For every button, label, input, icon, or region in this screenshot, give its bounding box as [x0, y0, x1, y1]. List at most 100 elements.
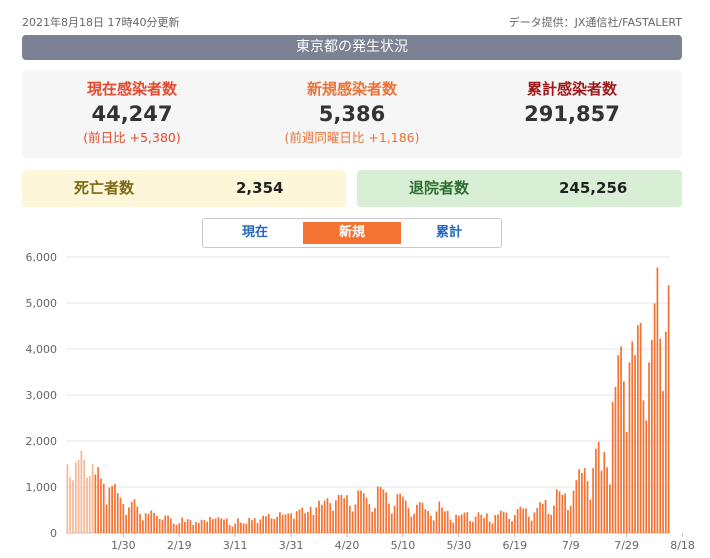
daily-bar[interactable] — [279, 512, 281, 533]
daily-bar[interactable] — [83, 459, 86, 533]
daily-bar[interactable] — [622, 381, 625, 533]
daily-bar[interactable] — [267, 514, 270, 533]
daily-bar[interactable] — [362, 493, 365, 533]
tab-total[interactable]: 累計 — [400, 222, 498, 244]
daily-bar[interactable] — [455, 514, 457, 533]
daily-bar[interactable] — [480, 514, 483, 533]
daily-bar[interactable] — [650, 339, 653, 533]
daily-bar[interactable] — [323, 500, 326, 533]
daily-bar[interactable] — [239, 522, 242, 533]
daily-bar[interactable] — [530, 520, 533, 533]
daily-bar[interactable] — [231, 526, 234, 533]
daily-bar[interactable] — [365, 497, 368, 533]
daily-bar[interactable] — [575, 480, 578, 533]
daily-bar[interactable] — [424, 509, 427, 533]
daily-bar[interactable] — [102, 483, 105, 533]
daily-bar[interactable] — [460, 514, 463, 533]
daily-bar[interactable] — [147, 514, 150, 533]
daily-bar[interactable] — [438, 501, 441, 533]
daily-bar[interactable] — [374, 507, 376, 533]
daily-bar[interactable] — [340, 494, 343, 533]
daily-bar[interactable] — [589, 499, 592, 533]
daily-bar[interactable] — [645, 420, 648, 533]
daily-bar[interactable] — [539, 502, 541, 533]
daily-bar[interactable] — [611, 402, 614, 533]
daily-bar[interactable] — [519, 506, 522, 533]
daily-bar[interactable] — [435, 511, 438, 533]
daily-bar[interactable] — [628, 362, 631, 533]
daily-bar[interactable] — [371, 511, 374, 533]
daily-bar[interactable] — [189, 520, 192, 533]
daily-bar[interactable] — [505, 512, 508, 533]
daily-bar[interactable] — [399, 493, 402, 533]
daily-bar[interactable] — [262, 515, 264, 533]
daily-bar[interactable] — [572, 490, 575, 533]
daily-bar[interactable] — [402, 496, 404, 533]
daily-bar[interactable] — [284, 514, 287, 533]
daily-bar[interactable] — [197, 522, 200, 533]
daily-bar[interactable] — [136, 506, 139, 533]
daily-bar[interactable] — [183, 521, 186, 533]
daily-bar[interactable] — [656, 267, 659, 533]
daily-bar[interactable] — [449, 519, 452, 533]
daily-bar[interactable] — [662, 391, 664, 533]
daily-bar[interactable] — [463, 512, 466, 533]
daily-bar[interactable] — [80, 450, 83, 533]
daily-bar[interactable] — [609, 484, 611, 533]
daily-bar[interactable] — [477, 512, 480, 533]
daily-bar[interactable] — [77, 459, 80, 533]
daily-bar[interactable] — [483, 518, 485, 533]
tab-new[interactable]: 新規 — [303, 222, 401, 244]
daily-bar[interactable] — [128, 507, 130, 533]
daily-bar[interactable] — [617, 355, 620, 533]
daily-bar[interactable] — [156, 515, 158, 533]
daily-bar[interactable] — [444, 511, 446, 533]
daily-bar[interactable] — [474, 516, 477, 533]
daily-bar[interactable] — [404, 500, 407, 533]
daily-bar[interactable] — [195, 521, 197, 533]
daily-bar[interactable] — [161, 519, 164, 533]
daily-bar[interactable] — [533, 512, 536, 533]
daily-bar[interactable] — [382, 489, 385, 533]
daily-bar[interactable] — [164, 515, 167, 533]
daily-bar[interactable] — [357, 490, 360, 533]
daily-bar[interactable] — [360, 490, 362, 533]
daily-bar[interactable] — [432, 520, 435, 533]
daily-bar[interactable] — [144, 513, 147, 533]
daily-bar[interactable] — [178, 523, 181, 533]
daily-bar[interactable] — [600, 470, 603, 533]
daily-bar[interactable] — [636, 325, 639, 533]
daily-bar[interactable] — [351, 511, 354, 533]
daily-bar[interactable] — [664, 331, 667, 533]
daily-bar[interactable] — [88, 475, 91, 533]
daily-bar[interactable] — [497, 514, 499, 533]
daily-bar[interactable] — [578, 469, 580, 533]
daily-bar[interactable] — [237, 518, 239, 533]
daily-bar[interactable] — [74, 462, 77, 533]
daily-bar[interactable] — [525, 508, 527, 533]
daily-bar[interactable] — [597, 441, 600, 533]
daily-bar[interactable] — [583, 468, 586, 533]
daily-bar[interactable] — [653, 303, 656, 533]
daily-bar[interactable] — [105, 504, 108, 533]
daily-bar[interactable] — [139, 514, 141, 533]
daily-bar[interactable] — [116, 493, 119, 533]
daily-bar[interactable] — [625, 432, 628, 533]
daily-bar[interactable] — [639, 322, 642, 533]
daily-bar[interactable] — [203, 520, 206, 533]
daily-bar[interactable] — [181, 517, 183, 533]
daily-bar[interactable] — [561, 494, 564, 533]
daily-bar[interactable] — [248, 518, 251, 533]
daily-bar[interactable] — [485, 513, 488, 533]
daily-bar[interactable] — [273, 519, 276, 533]
daily-bar[interactable] — [100, 478, 102, 533]
daily-bar[interactable] — [318, 500, 320, 533]
daily-bar[interactable] — [111, 485, 113, 533]
daily-bar[interactable] — [354, 504, 357, 533]
daily-bar[interactable] — [287, 513, 290, 533]
daily-bar[interactable] — [586, 481, 589, 533]
daily-bar[interactable] — [256, 522, 259, 533]
daily-bar[interactable] — [158, 518, 161, 533]
daily-bar[interactable] — [458, 515, 460, 533]
daily-bar[interactable] — [407, 508, 410, 533]
